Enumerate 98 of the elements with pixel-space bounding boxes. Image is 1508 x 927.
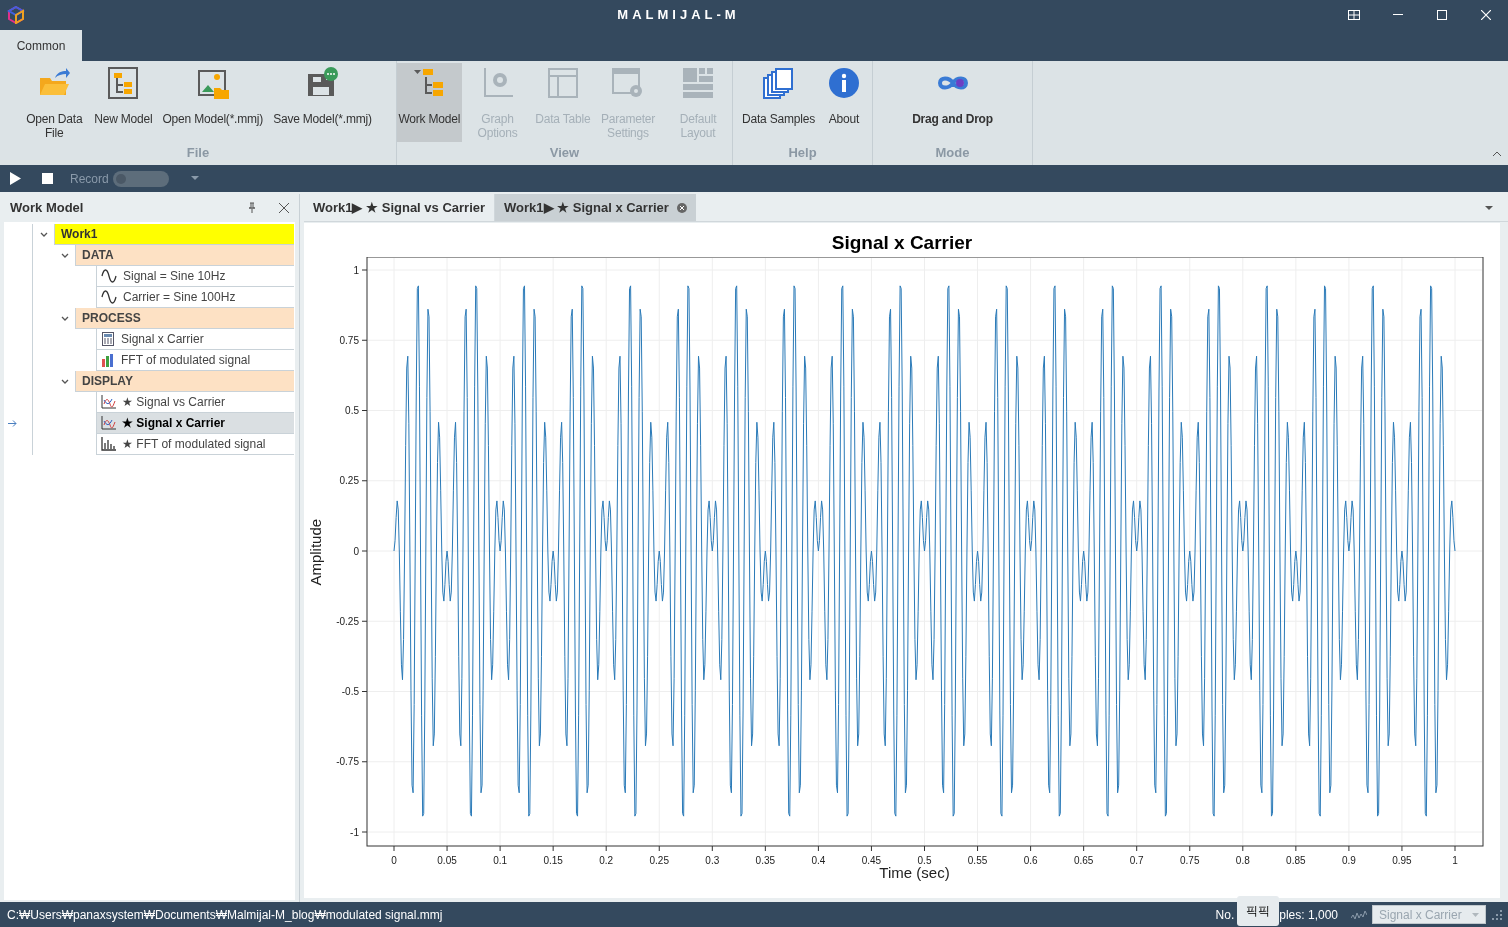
ribbon-button[interactable]: New Model [90, 63, 157, 142]
tree-item[interactable]: Work1 [54, 224, 294, 245]
record-label: Record [70, 170, 109, 188]
y-tick-label: 0 [353, 545, 359, 557]
chart-title: Signal x Carrier [830, 232, 974, 254]
layout-icon [681, 66, 715, 100]
x-tick-label: 0.45 [861, 855, 882, 866]
x-tick-label: 0.05 [437, 855, 457, 866]
maximize-icon [1437, 10, 1447, 20]
bar-chart-icon [101, 437, 116, 451]
ribbon-button[interactable]: Work Model [397, 63, 462, 142]
ribbon-button[interactable]: Save Model(*.mmj) [269, 63, 376, 142]
x-tick-label: 0.4 [811, 855, 826, 866]
y-tick-label: -0.5 [341, 686, 359, 697]
tree-item[interactable]: ★ Signal vs Carrier [96, 392, 294, 413]
sine-wave-icon [101, 290, 117, 304]
calculator-icon [101, 332, 115, 346]
x-tick-label: 0.9 [1341, 855, 1356, 866]
current-item-arrow-icon [8, 420, 17, 427]
window-layout-icon [1348, 10, 1360, 20]
x-tick-label: 0.75 [1180, 855, 1200, 866]
tree-item[interactable]: FFT of modulated signal [96, 350, 294, 371]
ribbon-button[interactable]: Open Model(*.mmj) [158, 63, 268, 142]
tree-item[interactable]: ★ Signal x Carrier [96, 413, 294, 434]
tree-item[interactable]: ★ FFT of modulated signal [96, 434, 294, 455]
x-axis-label: Time (sec) [878, 864, 951, 883]
info-icon [827, 66, 861, 100]
line-chart-icon [101, 395, 116, 409]
stop-button[interactable] [42, 172, 54, 185]
waveform-icon [1351, 909, 1367, 920]
close-icon [1481, 10, 1491, 20]
x-tick-label: 0.35 [755, 855, 776, 866]
tree-item[interactable]: DATA [75, 245, 294, 266]
tab-list-caret-icon[interactable] [1485, 206, 1493, 211]
minimize-icon [1393, 14, 1403, 16]
ribbon-group-label: File [185, 144, 211, 162]
dropdown-caret-icon[interactable] [190, 176, 199, 181]
x-tick-label: 0.8 [1235, 855, 1250, 866]
play-icon [10, 172, 21, 185]
window-title: MALMIJAL-M [616, 6, 741, 25]
sample-count-label: No. [1215, 906, 1235, 924]
x-tick-label: 0.25 [649, 855, 669, 866]
tree-item[interactable]: Signal = Sine 10Hz [96, 266, 294, 287]
x-tick-label: 0.65 [1073, 855, 1094, 866]
x-tick-label: 0.15 [543, 855, 563, 866]
x-tick-label: 0.55 [967, 855, 988, 866]
ribbon-group-label: View [548, 144, 581, 162]
play-button[interactable] [10, 171, 22, 186]
y-tick-label: -0.75 [336, 756, 359, 768]
sine-wave-icon [101, 269, 117, 283]
sample-count-label: ples: 1,000 [1279, 906, 1338, 924]
tree-item[interactable]: Signal x Carrier [96, 329, 294, 350]
x-tick-label: 0.5 [917, 855, 932, 866]
collapse-ribbon-icon[interactable] [1493, 151, 1501, 157]
y-axis-label: Amplitude [306, 518, 326, 586]
ribbon-button[interactable]: Open Data File [20, 63, 89, 142]
x-tick-label: 0.2 [599, 855, 614, 866]
bar-chart-icon [101, 353, 115, 367]
x-tick-label: 0.7 [1129, 855, 1144, 866]
ribbon-button[interactable]: Drag and Drop [908, 63, 997, 142]
x-tick-label: 0.3 [705, 855, 720, 866]
ribbon-button[interactable]: About [821, 63, 867, 142]
y-tick-label: -1 [350, 826, 359, 838]
x-tick-label: 0.6 [1023, 855, 1038, 866]
y-tick-label: 0.5 [345, 405, 359, 416]
stop-icon [42, 173, 53, 184]
tree-icon [106, 66, 141, 100]
dropdown-caret-icon [1472, 912, 1479, 917]
ribbon-button[interactable]: Data Samples [738, 63, 819, 142]
cube-logo-icon [7, 6, 25, 24]
y-tick-label: 1 [353, 264, 359, 276]
close-tab-icon[interactable] [676, 202, 687, 213]
x-tick-label: 0.85 [1286, 855, 1306, 866]
table-icon [545, 66, 580, 100]
ribbon-group-label: Help [787, 144, 818, 162]
y-tick-label: 0.25 [339, 475, 359, 487]
tooltip: 픽픽 [1237, 895, 1280, 926]
x-tick-label: 1 [1452, 855, 1458, 866]
close-icon[interactable] [279, 203, 289, 213]
pin-icon[interactable] [247, 202, 257, 214]
panel-title: Work Model [10, 199, 85, 218]
file-path: C:₩Users₩panaxsystem₩Documents₩Malmijal-M_blog₩modulated signal.mmj [7, 906, 444, 924]
resize-grip-icon [1492, 909, 1502, 920]
pages-icon [761, 66, 796, 100]
record-toggle[interactable] [112, 170, 169, 187]
y-tick-label: -0.25 [336, 615, 359, 627]
x-tick-label: 0 [391, 855, 397, 866]
tree-item[interactable]: PROCESS [75, 308, 294, 329]
tree-item[interactable]: DISPLAY [75, 371, 294, 392]
ribbon-tab[interactable]: Common [0, 30, 82, 61]
line-chart-icon [101, 416, 116, 430]
document-tab[interactable]: Work1▶ ★ Signal x Carrier [495, 194, 696, 221]
x-tick-label: 0.1 [493, 855, 508, 866]
x-tick-label: 0.95 [1392, 855, 1412, 866]
window-gear-icon [611, 66, 645, 100]
y-tick-label: 0.75 [339, 334, 359, 346]
ribbon-group-label: Mode [934, 144, 971, 162]
tree-item[interactable]: Carrier = Sine 100Hz [96, 287, 294, 308]
